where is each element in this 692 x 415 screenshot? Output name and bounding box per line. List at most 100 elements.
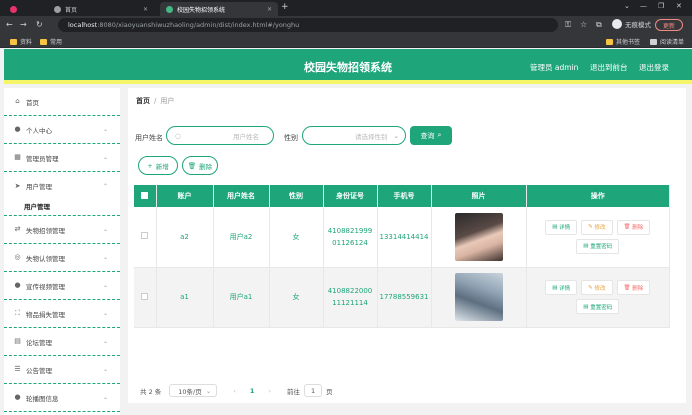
breadcrumb-separator: / bbox=[154, 97, 157, 105]
reload-icon[interactable]: ↻ bbox=[36, 20, 43, 29]
reset-password-label: 重置密码 bbox=[590, 244, 613, 251]
gender-select[interactable]: 请选择性别 ⌄ bbox=[302, 126, 406, 145]
grid-icon: ▦ bbox=[14, 153, 21, 161]
edit-button[interactable]: ✎ 修改 bbox=[581, 280, 613, 295]
trash-icon: 🗑 bbox=[623, 284, 631, 291]
sidebar-item-label: 物品捐失管理 bbox=[26, 310, 65, 319]
detail-icon: ▤ bbox=[552, 284, 558, 291]
goto-label: 前往 bbox=[287, 387, 301, 396]
chevron-down-icon: ⌄ bbox=[102, 254, 108, 261]
page-size-select[interactable]: 10条/页 ⌄ bbox=[169, 384, 218, 397]
chevron-down-icon: ⌄ bbox=[102, 154, 108, 161]
delete-button[interactable]: 🗑 删除 bbox=[616, 280, 651, 295]
bookmark-folder[interactable]: 其他书签 bbox=[606, 37, 640, 46]
select-all-checkbox[interactable] bbox=[141, 191, 149, 199]
sidebar-item-videos[interactable]: ● 宣传视频管理 ⌄ bbox=[4, 272, 120, 300]
close-icon[interactable]: ✕ bbox=[267, 6, 272, 13]
sidebar-item-lost-found[interactable]: ⇄ 失物招领管理 ⌄ bbox=[4, 216, 120, 244]
current-page[interactable]: 1 bbox=[250, 387, 255, 395]
cell-phone: 13314414414 bbox=[377, 207, 432, 268]
table-header-row: 账户 用户姓名 性别 身份证号 手机号 照片 操作 bbox=[134, 185, 670, 207]
user-photo[interactable] bbox=[454, 212, 503, 261]
row-select-cell[interactable] bbox=[134, 207, 157, 268]
reading-list-label: 阅读清单 bbox=[660, 39, 685, 46]
breadcrumb-home[interactable]: 首页 bbox=[136, 97, 150, 105]
minimize-icon[interactable]: — bbox=[640, 2, 647, 10]
sidebar-item-donations[interactable]: ⛶ 物品捐失管理 ⌄ bbox=[4, 300, 120, 328]
sidebar-subitem-users[interactable]: 用户管理 bbox=[4, 196, 120, 216]
key-icon[interactable]: ⚿ bbox=[565, 20, 571, 30]
new-tab-icon[interactable]: + bbox=[281, 2, 289, 12]
reading-list[interactable]: 阅读清单 bbox=[650, 37, 684, 46]
browser-tab-active[interactable]: 校园失物招领系统 ✕ bbox=[160, 2, 278, 16]
address-bar: ← → ↻ localhost:8080/xiaoyuanshiwuzhaoli… bbox=[0, 16, 692, 34]
chevron-down-icon[interactable]: ⌄ bbox=[624, 2, 630, 10]
reset-password-button[interactable]: ▤ 重置密码 bbox=[576, 238, 620, 254]
edit-button[interactable]: ✎ 修改 bbox=[581, 219, 613, 235]
logout-link[interactable]: 退出登录 bbox=[639, 62, 669, 73]
back-to-front-link[interactable]: 退出到前台 bbox=[590, 62, 628, 73]
back-icon[interactable]: ← bbox=[6, 20, 13, 29]
detail-icon: ▤ bbox=[552, 224, 558, 231]
cell-phone: 17788559631 bbox=[377, 267, 432, 328]
select-all-cell[interactable] bbox=[134, 185, 157, 207]
goto-page-input[interactable]: 1 bbox=[304, 384, 323, 397]
page-size-value: 10条/页 bbox=[178, 387, 202, 396]
detail-label: 详情 bbox=[559, 225, 571, 232]
next-page-icon[interactable]: › bbox=[268, 387, 271, 395]
detail-label: 详情 bbox=[559, 285, 571, 292]
sidebar-item-home[interactable]: ⌂ 首页 bbox=[4, 88, 120, 116]
extensions-icon[interactable]: ⧉ bbox=[596, 20, 602, 30]
sidebar-item-carousel[interactable]: ● 轮播图信息 ⌄ bbox=[4, 384, 120, 412]
sidebar-item-label: 失物招领管理 bbox=[26, 226, 65, 235]
name-search-input[interactable]: ○ 用户姓名 bbox=[166, 126, 274, 145]
sidebar-item-forum[interactable]: ▤ 论坛管理 ⌄ bbox=[4, 328, 120, 356]
swap-icon: ⇄ bbox=[14, 225, 21, 233]
browser-tab-bar: 首页 ✕ 校园失物招领系统 ✕ + ⌄ — ❐ ✕ bbox=[0, 0, 692, 16]
add-button[interactable]: + 新增 bbox=[138, 156, 178, 175]
cell-idcard: 410882200011121114 bbox=[323, 267, 378, 328]
sidebar-item-claims[interactable]: ◎ 失物认领管理 ⌄ bbox=[4, 244, 120, 272]
detail-button[interactable]: ▤ 详情 bbox=[545, 280, 578, 295]
col-idcard: 身份证号 bbox=[323, 185, 378, 207]
sidebar-item-admins[interactable]: ▦ 管理员管理 ⌄ bbox=[4, 144, 120, 172]
row-checkbox[interactable] bbox=[141, 232, 149, 240]
cell-gender: 女 bbox=[269, 267, 324, 328]
sidebar-item-label: 管理员管理 bbox=[26, 154, 59, 163]
frame-icon: ⛶ bbox=[15, 309, 20, 317]
incognito-label: 无痕模式 bbox=[625, 21, 651, 29]
cell-actions: ▤ 详情 ✎ 修改 🗑 删除 ▤ 重置密码 bbox=[526, 267, 670, 328]
incognito-indicator[interactable]: 无痕模式 bbox=[612, 19, 651, 29]
forward-icon[interactable]: → bbox=[20, 20, 27, 29]
row-checkbox[interactable] bbox=[141, 292, 149, 300]
sidebar-item-notices[interactable]: ☰ 公告管理 ⌄ bbox=[4, 356, 120, 384]
browser-tab-home[interactable]: 首页 ✕ bbox=[48, 2, 154, 16]
globe-icon: ◎ bbox=[14, 253, 21, 261]
sidebar-item-profile[interactable]: ● 个人中心 ⌄ bbox=[4, 116, 120, 144]
user-photo[interactable] bbox=[454, 273, 503, 321]
url-input[interactable]: localhost:8080/xiaoyuanshiwuzhaoling/adm… bbox=[58, 18, 558, 32]
star-icon[interactable]: ☆ bbox=[580, 20, 587, 29]
batch-delete-button[interactable]: 🗑 删除 bbox=[182, 156, 218, 175]
gender-label: 性别 bbox=[284, 134, 298, 142]
send-icon: ➤ bbox=[14, 181, 21, 190]
window-close-icon[interactable]: ✕ bbox=[676, 2, 682, 10]
search-icon: ○ bbox=[175, 131, 181, 140]
bookmark-folder[interactable]: 常用 bbox=[40, 37, 62, 46]
prev-page-icon[interactable]: ‹ bbox=[233, 387, 236, 395]
maximize-icon[interactable]: ❐ bbox=[658, 2, 664, 10]
col-gender: 性别 bbox=[269, 185, 324, 207]
query-button[interactable]: 查询 ⌕ bbox=[410, 126, 452, 145]
close-icon[interactable]: ✕ bbox=[143, 6, 148, 13]
browser-profile-tab[interactable] bbox=[4, 2, 44, 16]
bookmark-folder[interactable]: 资料 bbox=[10, 37, 32, 46]
update-button[interactable]: 更新 bbox=[655, 19, 683, 31]
row-select-cell[interactable] bbox=[134, 267, 157, 328]
delete-button[interactable]: 🗑 删除 bbox=[616, 219, 651, 235]
doc-icon: ▤ bbox=[14, 337, 21, 345]
sidebar-item-label: 宣传视频管理 bbox=[26, 282, 65, 291]
table-row: a2 用户a2 女 410882199901126124 13314414414… bbox=[134, 207, 670, 268]
detail-button[interactable]: ▤ 详情 bbox=[545, 219, 578, 235]
reset-password-button[interactable]: ▤ 重置密码 bbox=[576, 299, 620, 314]
reading-list-icon bbox=[650, 38, 657, 45]
